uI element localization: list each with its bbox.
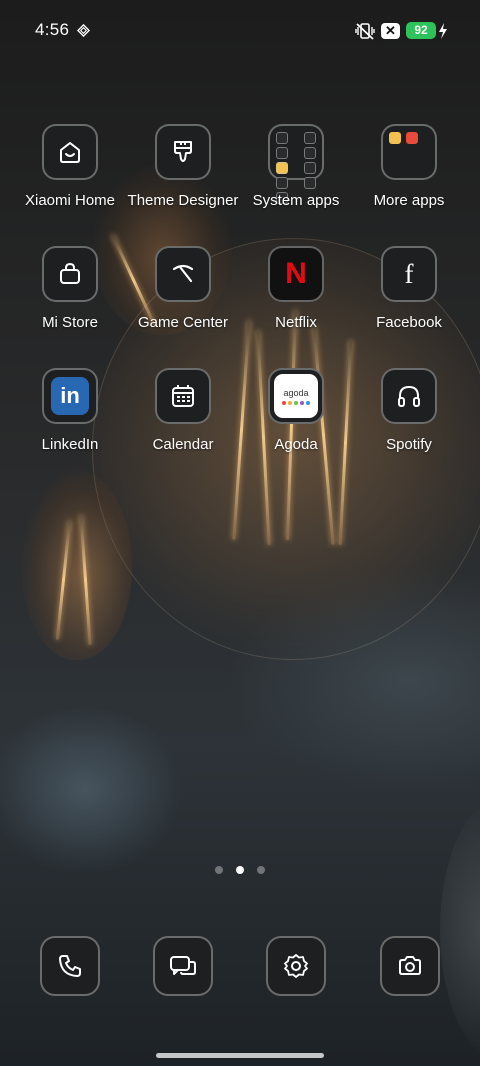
mini-app-icon — [304, 132, 316, 144]
facebook-logo-text: f — [404, 258, 414, 289]
page-dot[interactable] — [257, 866, 265, 874]
app-facebook[interactable]: f Facebook — [351, 246, 467, 331]
mini-app-icon — [276, 147, 288, 159]
mini-app-icon — [406, 132, 418, 144]
mini-app-icon — [304, 177, 316, 189]
shopping-bag-icon — [42, 246, 98, 302]
dock-settings[interactable] — [266, 936, 326, 996]
wallpaper-bulb-right — [440, 800, 480, 1060]
app-label: Facebook — [376, 314, 442, 331]
mini-app-icon — [304, 162, 316, 174]
agoda-logo: agoda — [274, 374, 318, 418]
status-time: 4:56 — [35, 20, 70, 39]
app-label: Netflix — [275, 314, 317, 331]
system-apps-folder-icon — [268, 124, 324, 204]
linkedin-logo-text: in — [60, 383, 80, 408]
home-gesture-bar[interactable] — [156, 1053, 324, 1058]
page-dot-active[interactable] — [236, 866, 244, 874]
page-dot[interactable] — [215, 866, 223, 874]
app-label: Calendar — [152, 436, 214, 453]
mini-app-icon — [304, 147, 316, 159]
folder-more-apps[interactable]: More apps — [351, 124, 467, 209]
netflix-logo-text: N — [285, 257, 307, 290]
folder-system-apps[interactable]: System apps — [238, 124, 354, 209]
nfc-icon — [77, 24, 90, 37]
app-xiaomi-home[interactable]: Xiaomi Home — [12, 124, 128, 209]
app-linkedin[interactable]: in LinkedIn — [12, 368, 128, 453]
wallpaper-bulb-left — [22, 470, 132, 660]
app-agoda[interactable]: agoda Agoda — [238, 368, 354, 453]
linkedin-icon: in — [42, 368, 98, 424]
app-label: Xiaomi Home — [24, 192, 116, 209]
netflix-icon: N — [268, 246, 324, 302]
app-netflix[interactable]: N Netflix — [238, 246, 354, 331]
mini-app-icon — [389, 132, 401, 144]
page-indicator[interactable] — [0, 866, 480, 874]
facebook-icon: f — [381, 246, 437, 302]
app-label: Mi Store — [42, 314, 98, 331]
agoda-dots — [282, 400, 310, 405]
mini-app-icon — [276, 177, 288, 189]
vibrate-off-icon — [355, 23, 375, 40]
more-apps-folder-icon — [381, 124, 437, 180]
app-label: System apps — [252, 192, 340, 209]
app-label: More apps — [373, 192, 445, 209]
app-spotify[interactable]: Spotify — [351, 368, 467, 453]
app-label: Agoda — [274, 436, 318, 453]
x-status-icon: ✕ — [381, 23, 400, 39]
camera-icon — [380, 936, 440, 996]
status-bar: 4:56 ✕ 92 — [0, 0, 480, 62]
battery-indicator: 92 — [406, 22, 436, 39]
messages-icon — [153, 936, 213, 996]
mini-app-icon — [276, 132, 288, 144]
xiaomi-home-icon — [42, 124, 98, 180]
charging-icon — [439, 23, 447, 39]
app-calendar[interactable]: Calendar — [125, 368, 241, 453]
calendar-icon — [155, 368, 211, 424]
app-theme-designer[interactable]: Theme Designer — [125, 124, 241, 209]
agoda-icon: agoda — [268, 368, 324, 424]
linkedin-logo: in — [51, 377, 89, 415]
agoda-logo-text: agoda — [283, 387, 309, 398]
phone-icon — [40, 936, 100, 996]
settings-icon — [266, 936, 326, 996]
app-mi-store[interactable]: Mi Store — [12, 246, 128, 331]
dock-messages[interactable] — [153, 936, 213, 996]
paintbrush-icon — [155, 124, 211, 180]
app-label: Theme Designer — [127, 192, 239, 209]
dock-phone[interactable] — [40, 936, 100, 996]
app-label: Spotify — [386, 436, 432, 453]
headphones-icon — [381, 368, 437, 424]
mini-app-icon — [276, 162, 288, 174]
game-center-icon — [155, 246, 211, 302]
app-label: LinkedIn — [41, 436, 99, 453]
app-label: Game Center — [137, 314, 229, 331]
dock-camera[interactable] — [380, 936, 440, 996]
app-game-center[interactable]: Game Center — [125, 246, 241, 331]
